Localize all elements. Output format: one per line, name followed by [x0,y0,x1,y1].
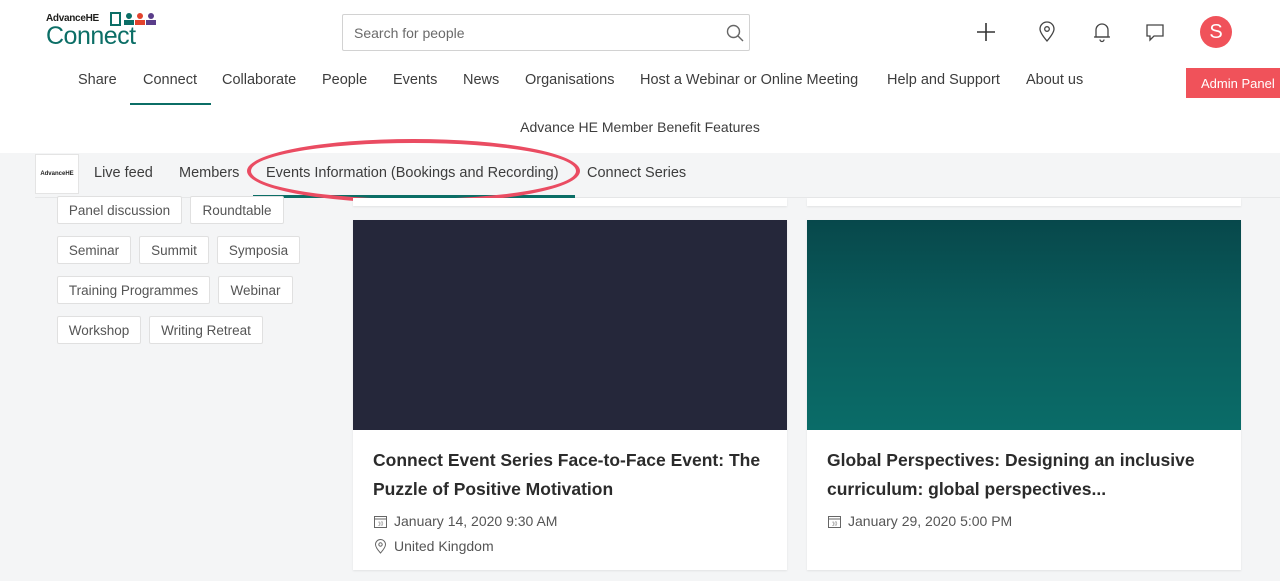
chat-icon[interactable] [1142,19,1168,45]
svg-text:10: 10 [378,521,384,527]
event-title[interactable]: Connect Event Series Face-to-Face Event:… [373,446,773,504]
svg-text:10: 10 [832,521,838,527]
plus-icon[interactable] [973,19,999,45]
group-logo[interactable]: AdvanceHE [35,154,79,194]
member-benefit-features-link[interactable]: Advance HE Member Benefit Features [0,119,1280,135]
tab-events-information[interactable]: Events Information (Bookings and Recordi… [266,165,559,181]
nav-item-help-support[interactable]: Help and Support [887,72,1000,88]
main-navigation: Share Connect Collaborate People Events … [0,72,1280,105]
bell-icon[interactable] [1089,19,1115,45]
search-icon[interactable] [725,23,745,43]
event-date: January 14, 2020 9:30 AM [394,513,558,529]
filter-tag-writing-retreat[interactable]: Writing Retreat [149,316,263,344]
search-box [342,14,750,51]
event-card[interactable]: Connect Event Series Face-to-Face Event:… [353,220,787,570]
nav-active-indicator [130,103,211,105]
filter-tag-training-programmes[interactable]: Training Programmes [57,276,210,304]
nav-item-collaborate[interactable]: Collaborate [222,72,296,88]
event-date-row: 10 January 29, 2020 5:00 PM [827,513,1012,529]
nav-item-host-webinar[interactable]: Host a Webinar or Online Meeting [640,72,858,88]
filter-tag-workshop[interactable]: Workshop [57,316,141,344]
event-location: United Kingdom [394,538,494,554]
location-pin-icon [374,538,387,554]
nav-item-organisations[interactable]: Organisations [525,72,614,88]
tab-live-feed[interactable]: Live feed [94,165,153,181]
admin-panel-button[interactable]: Admin Panel [1186,68,1280,98]
previous-card-bottom [807,198,1241,206]
advance-he-connect-logo[interactable]: AdvanceHE Connect [46,12,156,52]
event-card[interactable]: Global Perspectives: Designing an inclus… [807,220,1241,570]
calendar-icon: 10 [374,515,387,528]
location-icon[interactable] [1034,19,1060,45]
event-date: January 29, 2020 5:00 PM [848,513,1013,529]
event-card-image[interactable] [353,220,787,430]
filter-tag-symposia[interactable]: Symposia [217,236,300,264]
filter-tag-summit[interactable]: Summit [139,236,209,264]
calendar-icon: 10 [828,515,841,528]
previous-card-bottom [353,198,787,206]
event-location-row: United Kingdom [373,538,494,554]
tab-members[interactable]: Members [179,165,239,181]
tab-connect-series[interactable]: Connect Series [587,165,686,181]
search-input[interactable] [343,15,703,50]
event-title[interactable]: Global Perspectives: Designing an inclus… [827,446,1227,504]
filter-tag-seminar[interactable]: Seminar [57,236,131,264]
logo-big-text: Connect [46,22,136,50]
nav-item-about-us[interactable]: About us [1026,72,1083,88]
filter-tag-webinar[interactable]: Webinar [218,276,293,304]
user-avatar[interactable]: S [1200,16,1232,48]
filter-tag-roundtable[interactable]: Roundtable [190,196,284,224]
filter-tag-panel-discussion[interactable]: Panel discussion [57,196,182,224]
nav-item-people[interactable]: People [322,72,367,88]
event-card-image[interactable] [807,220,1241,430]
nav-item-share[interactable]: Share [78,72,117,88]
group-tab-bar: AdvanceHE Live feed Members Events Infor… [35,154,1280,198]
top-header: AdvanceHE Connect S Share Connect Collab… [0,0,1280,153]
nav-item-events[interactable]: Events [393,72,437,88]
nav-item-news[interactable]: News [463,72,499,88]
nav-item-connect[interactable]: Connect [143,72,197,88]
event-date-row: 10 January 14, 2020 9:30 AM [373,513,557,529]
